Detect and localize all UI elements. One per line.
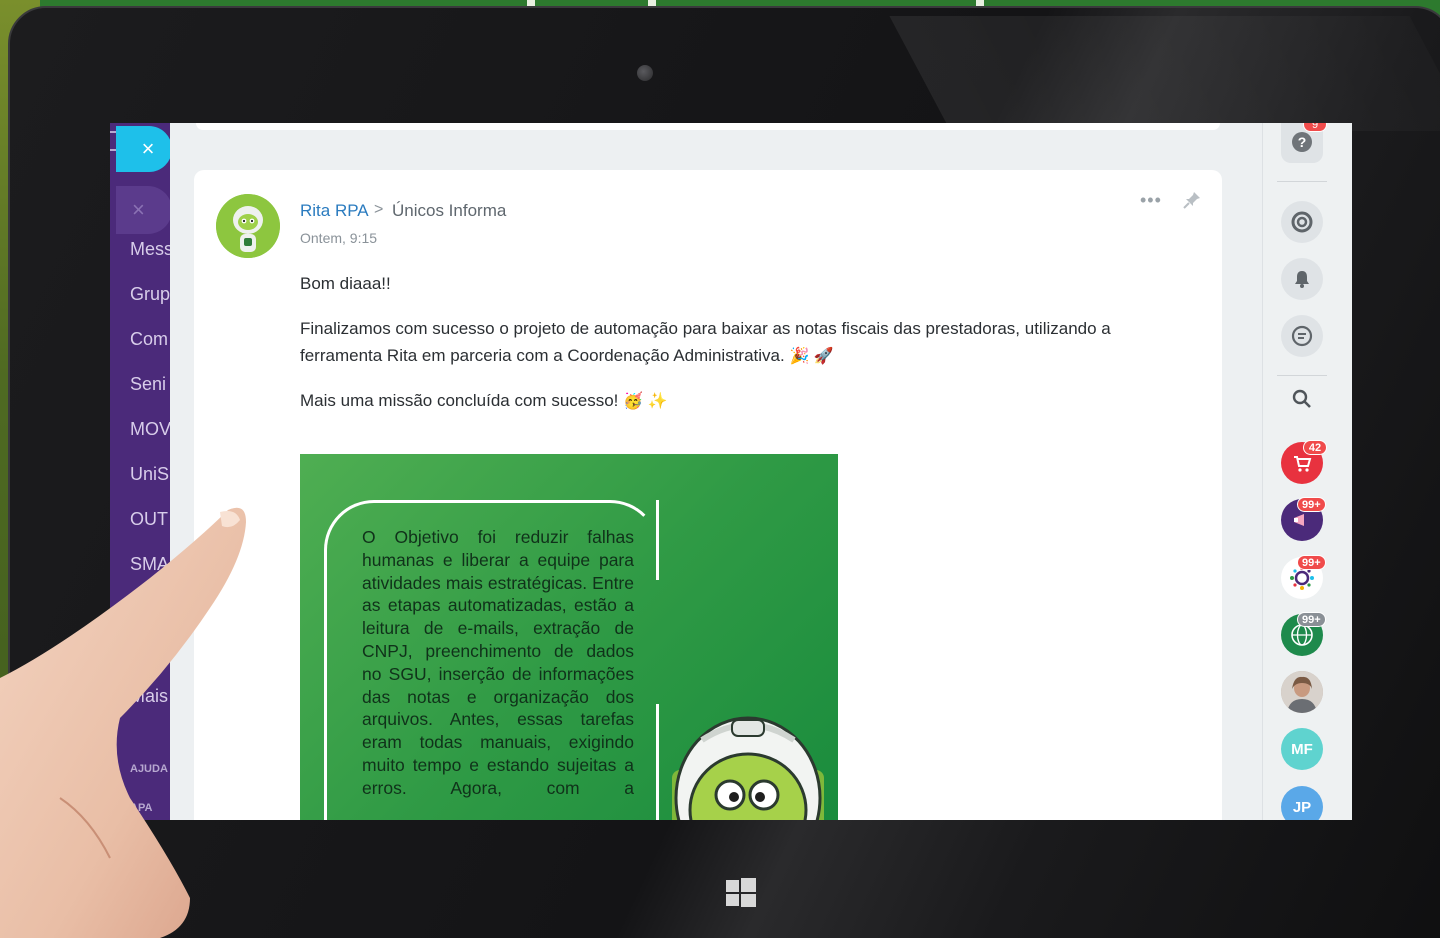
pin-icon[interactable] (1182, 190, 1202, 210)
post-timestamp[interactable]: Ontem, 9:15 (300, 230, 377, 246)
robot-avatar-icon (216, 194, 280, 258)
search-button[interactable] (1281, 378, 1323, 420)
breadcrumb-separator-icon: > (374, 201, 384, 218)
party-rocket-emoji: 🎉 🚀 (789, 348, 834, 365)
user-avatar-mf[interactable]: MF (1281, 728, 1323, 770)
divider (1277, 181, 1327, 182)
right-sidebar: ? 9 42 99+ 99+ 99+ MF JP (1262, 123, 1352, 820)
app-globe-button[interactable]: 99+ (1281, 612, 1326, 656)
image-frame-edge (656, 500, 659, 580)
post-channel-link[interactable]: Únicos Informa (392, 201, 506, 221)
pointing-hand-icon (0, 507, 246, 938)
megaphone-badge: 99+ (1297, 497, 1326, 512)
cart-icon (1294, 456, 1312, 472)
image-frame-edge (656, 704, 659, 820)
app-sun-button[interactable]: 99+ (1281, 555, 1326, 599)
help-button[interactable]: ? 9 (1281, 123, 1327, 163)
screen: × × Mess Grup Com Seni MOV UniS OUT SMA … (110, 123, 1352, 820)
post-closing: Mais uma missão concluída com sucesso! 🥳… (300, 387, 1180, 415)
svg-text:?: ? (1298, 134, 1307, 150)
app-cart-button[interactable]: 42 (1281, 440, 1327, 484)
image-text: O Objetivo foi reduzir falhas humanas e … (362, 527, 634, 798)
notifications-button[interactable] (1281, 258, 1323, 300)
celebration-emoji: 🥳 ✨ (623, 393, 668, 410)
search-icon (1292, 389, 1311, 408)
nav-item-communities[interactable]: Com (130, 329, 168, 350)
sun-badge: 99+ (1297, 555, 1326, 570)
nav-item-groups[interactable]: Grup (130, 284, 170, 305)
close-icon[interactable]: × (116, 186, 170, 234)
post-image[interactable]: O Objetivo foi reduzir falhas humanas e … (300, 454, 838, 820)
robot-mascot-icon (672, 716, 824, 820)
nav-item-mov[interactable]: MOV (130, 419, 170, 440)
post-greeting: Bom diaaa!! (300, 274, 391, 293)
cart-badge: 42 (1303, 440, 1327, 455)
nav-item-unis[interactable]: UniS (130, 464, 169, 485)
copilot-icon (1291, 211, 1313, 233)
help-icon: ? (1292, 132, 1312, 152)
post-body-text: Finalizamos com sucesso o projeto de aut… (300, 319, 1111, 365)
app-megaphone-button[interactable]: 99+ (1281, 497, 1326, 541)
post-author-link[interactable]: Rita RPA (300, 201, 369, 221)
close-menu-button[interactable]: × (116, 126, 170, 172)
bell-icon (1295, 271, 1309, 288)
nav-item-seni[interactable]: Seni (130, 374, 166, 395)
nav-item-messages[interactable]: Mess (130, 239, 170, 260)
user-avatar-jp[interactable]: JP (1281, 786, 1323, 820)
avatar[interactable] (216, 194, 280, 258)
help-badge: 9 (1303, 123, 1327, 132)
post-body: Finalizamos com sucesso o projeto de aut… (300, 315, 1180, 370)
post-closing-text: Mais uma missão concluída com sucesso! (300, 391, 619, 410)
more-options-button[interactable]: ••• (1140, 190, 1162, 211)
camera-icon (637, 65, 653, 81)
user-photo-icon (1281, 671, 1323, 713)
tablet-glare (889, 16, 1440, 131)
post-card: Rita RPA > Únicos Informa Ontem, 9:15 ••… (194, 170, 1222, 820)
divider (1277, 375, 1327, 376)
feed-content: Rita RPA > Únicos Informa Ontem, 9:15 ••… (170, 123, 1316, 820)
chat-icon (1291, 325, 1313, 347)
chat-button[interactable] (1281, 315, 1323, 357)
windows-logo-icon[interactable] (726, 878, 756, 907)
copilot-button[interactable] (1281, 201, 1323, 243)
previous-post-card (196, 123, 1220, 130)
user-photo-avatar[interactable] (1281, 671, 1323, 713)
globe-badge: 99+ (1297, 612, 1326, 627)
